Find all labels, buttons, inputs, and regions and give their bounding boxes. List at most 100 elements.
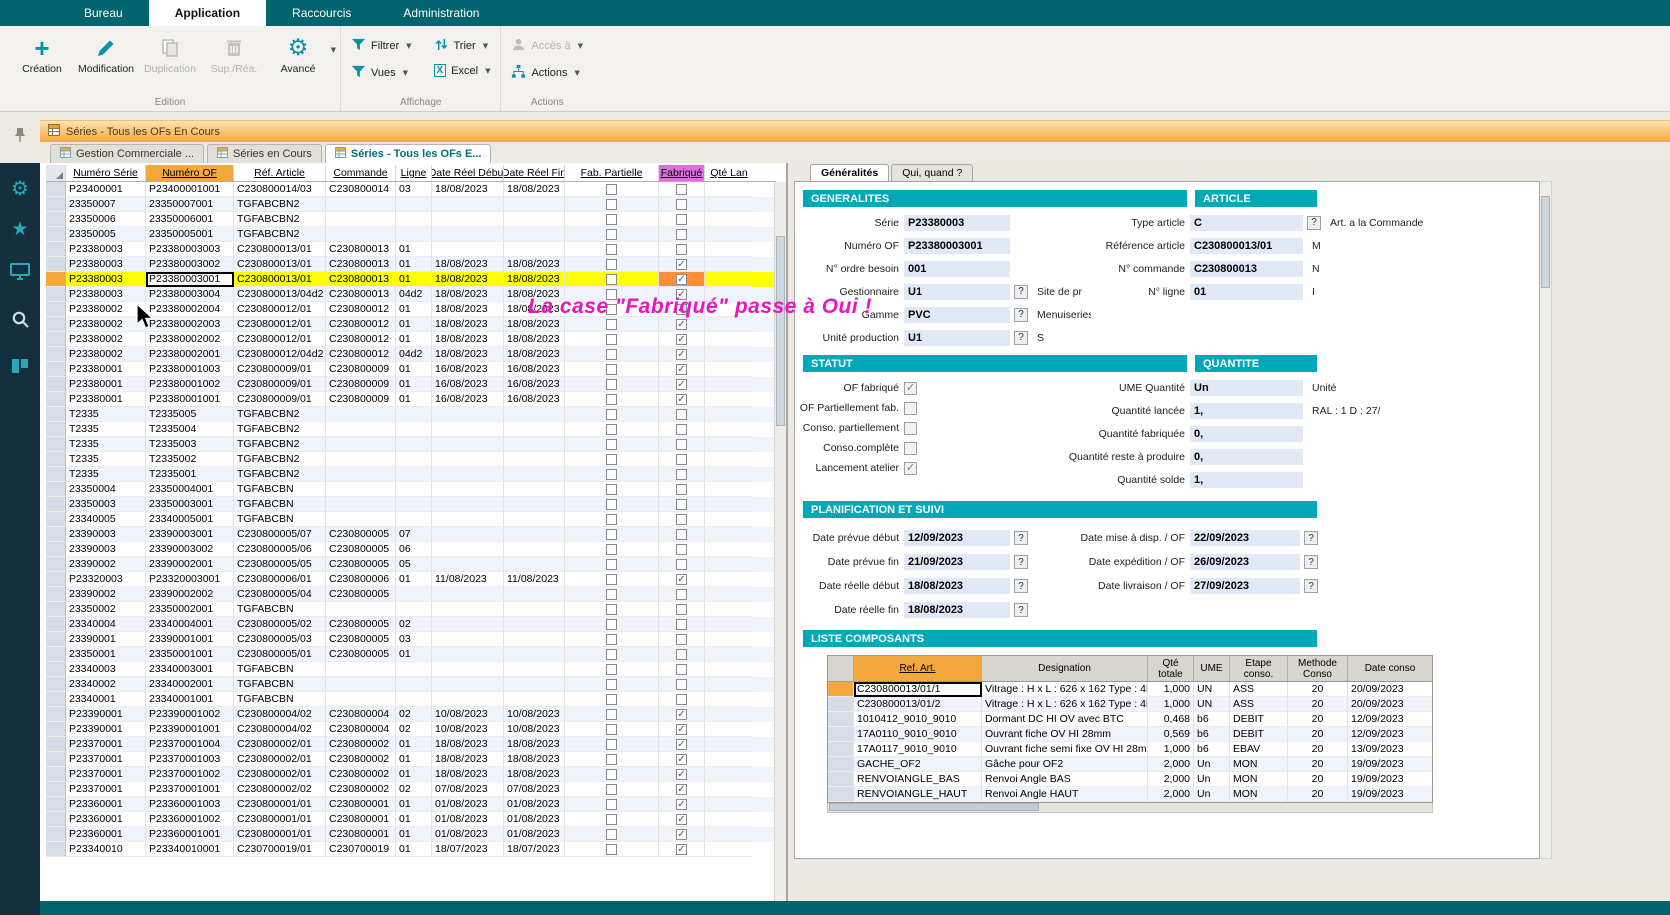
fab-partielle-checkbox[interactable] [606,274,617,285]
field-value[interactable]: P23380003001 [904,238,1010,254]
fab-partielle-checkbox[interactable] [606,499,617,510]
table-row[interactable]: P23380002P23380002002C230800012/01C23080… [46,332,776,347]
table-row[interactable]: P23340010P23340010001C230700019/01C23070… [46,842,776,857]
fabrique-checkbox[interactable]: ✓ [676,349,687,360]
fabrique-checkbox[interactable]: ✓ [676,739,687,750]
row-selector[interactable] [46,392,66,407]
component-row[interactable]: C230800013/01/1Vitrage : H x L : 626 x 1… [828,682,1432,697]
field-value[interactable]: 12/09/2023 [904,530,1010,546]
fabrique-checkbox[interactable] [676,604,687,615]
fab-partielle-checkbox[interactable] [606,199,617,210]
help-button[interactable]: ? [1014,603,1028,617]
field-value[interactable]: 1, [1190,472,1303,488]
row-selector[interactable] [828,772,854,787]
field-value[interactable]: P23380003 [904,215,1010,231]
table-row[interactable]: P23370001P23370001001C230800002/02C23080… [46,782,776,797]
field-value[interactable]: 22/09/2023 [1190,530,1300,546]
field-value[interactable]: 18/08/2023 [904,578,1010,594]
fabrique-checkbox[interactable]: ✓ [676,799,687,810]
help-button[interactable]: ? [1014,531,1028,545]
table-row[interactable]: P23380003P23380003001C230800013/01C23080… [46,272,776,287]
column-header[interactable]: UME [1194,656,1230,681]
table-row[interactable]: 2339000223390002001C230800005/05C2308000… [46,557,776,572]
table-row[interactable]: P23360001P23360001002C230800001/01C23080… [46,812,776,827]
table-row[interactable]: T2335T2335003TGFABCBN2 [46,437,776,452]
document-tab[interactable]: Séries - Tous les OFs E... [325,144,492,163]
field-value[interactable]: 1, [1190,403,1303,419]
table-row[interactable]: T2335T2335005TGFABCBN2 [46,407,776,422]
table-row[interactable]: 2335000723350007001TGFABCBN2 [46,197,776,212]
row-selector[interactable] [46,737,66,752]
status-checkbox[interactable] [904,402,917,415]
fabrique-checkbox[interactable] [676,454,687,465]
status-checkbox[interactable]: ✓ [904,462,917,475]
table-row[interactable]: P23380001P23380001002C230800009/01C23080… [46,377,776,392]
status-checkbox[interactable] [904,422,917,435]
column-header[interactable]: Commande [326,165,396,181]
help-button[interactable]: ? [1304,555,1318,569]
fab-partielle-checkbox[interactable] [606,229,617,240]
scrollbar-thumb[interactable] [1541,196,1550,288]
fab-partielle-checkbox[interactable] [606,259,617,270]
row-selector[interactable] [46,767,66,782]
table-row[interactable]: P23390001P23390001001C230800004/02C23080… [46,722,776,737]
fab-partielle-checkbox[interactable] [606,454,617,465]
help-button[interactable]: ? [1014,331,1028,345]
column-header[interactable]: Date Réel Fin [504,165,565,181]
field-value[interactable]: 001 [904,261,1010,277]
pin-icon[interactable] [14,127,26,148]
field-value[interactable]: C [1190,215,1303,231]
table-row[interactable]: P23370001P23370001004C230800002/01C23080… [46,737,776,752]
fab-partielle-checkbox[interactable] [606,559,617,570]
column-header[interactable]: Ligne [396,165,432,181]
fabrique-checkbox[interactable]: ✓ [676,364,687,375]
document-tab[interactable]: Séries en Cours [207,144,322,163]
fabrique-checkbox[interactable] [676,409,687,420]
chevron-down-icon[interactable]: ▼ [403,69,408,77]
fabrique-checkbox[interactable] [676,619,687,630]
fabrique-checkbox[interactable]: ✓ [676,754,687,765]
row-selector[interactable] [46,632,66,647]
row-selector[interactable] [46,752,66,767]
column-header[interactable]: Numéro OF [146,165,234,181]
field-value[interactable]: PVC [904,307,1010,323]
row-selector[interactable] [46,407,66,422]
fab-partielle-checkbox[interactable] [606,709,617,720]
row-selector[interactable] [46,707,66,722]
chevron-down-icon[interactable]: ▼ [406,42,411,50]
monitor-icon[interactable] [10,263,30,286]
column-header[interactable]: Date Réel Début [432,165,504,181]
field-value[interactable]: 21/09/2023 [904,554,1010,570]
table-row[interactable]: P23360001P23360001001C230800001/01C23080… [46,827,776,842]
status-checkbox[interactable] [904,442,917,455]
row-selector[interactable] [46,377,66,392]
detail-tab[interactable]: Qui, quand ? [891,164,973,181]
fabrique-checkbox[interactable]: ✓ [676,814,687,825]
fab-partielle-checkbox[interactable] [606,754,617,765]
fabrique-checkbox[interactable] [676,664,687,675]
column-header[interactable]: Designation [982,656,1148,681]
fabrique-checkbox[interactable] [676,514,687,525]
table-row[interactable]: 2339000123390001001C230800005/03C2308000… [46,632,776,647]
fabrique-checkbox[interactable] [676,214,687,225]
fab-partielle-checkbox[interactable] [606,364,617,375]
table-row[interactable]: T2335T2335002TGFABCBN2 [46,452,776,467]
composants-horizontal-scrollbar[interactable] [827,803,1433,813]
table-row[interactable]: 2334000423340004001C230800005/02C2308000… [46,617,776,632]
filtrer-button[interactable]: Filtrer ▼ [351,37,412,55]
table-row[interactable]: P23380002P23380002001C230800012/04d2C230… [46,347,776,362]
row-selector[interactable] [46,362,66,377]
table-row[interactable]: P23360001P23360001003C230800001/01C23080… [46,797,776,812]
fabrique-checkbox[interactable] [676,649,687,660]
row-selector[interactable] [46,437,66,452]
row-selector[interactable] [828,727,854,742]
table-row[interactable]: P23370001P23370001002C230800002/01C23080… [46,767,776,782]
fabrique-checkbox[interactable]: ✓ [676,709,687,720]
table-row[interactable]: P23370001P23370001003C230800002/01C23080… [46,752,776,767]
field-value[interactable]: 26/09/2023 [1190,554,1300,570]
fabrique-checkbox[interactable] [676,244,687,255]
component-row[interactable]: 17A0110_9010_9010Ouvrant fiche OV HI 28m… [828,727,1432,742]
column-header[interactable]: Date conso [1348,656,1432,681]
creation-button[interactable]: + Création [10,28,74,75]
row-selector[interactable] [828,757,854,772]
